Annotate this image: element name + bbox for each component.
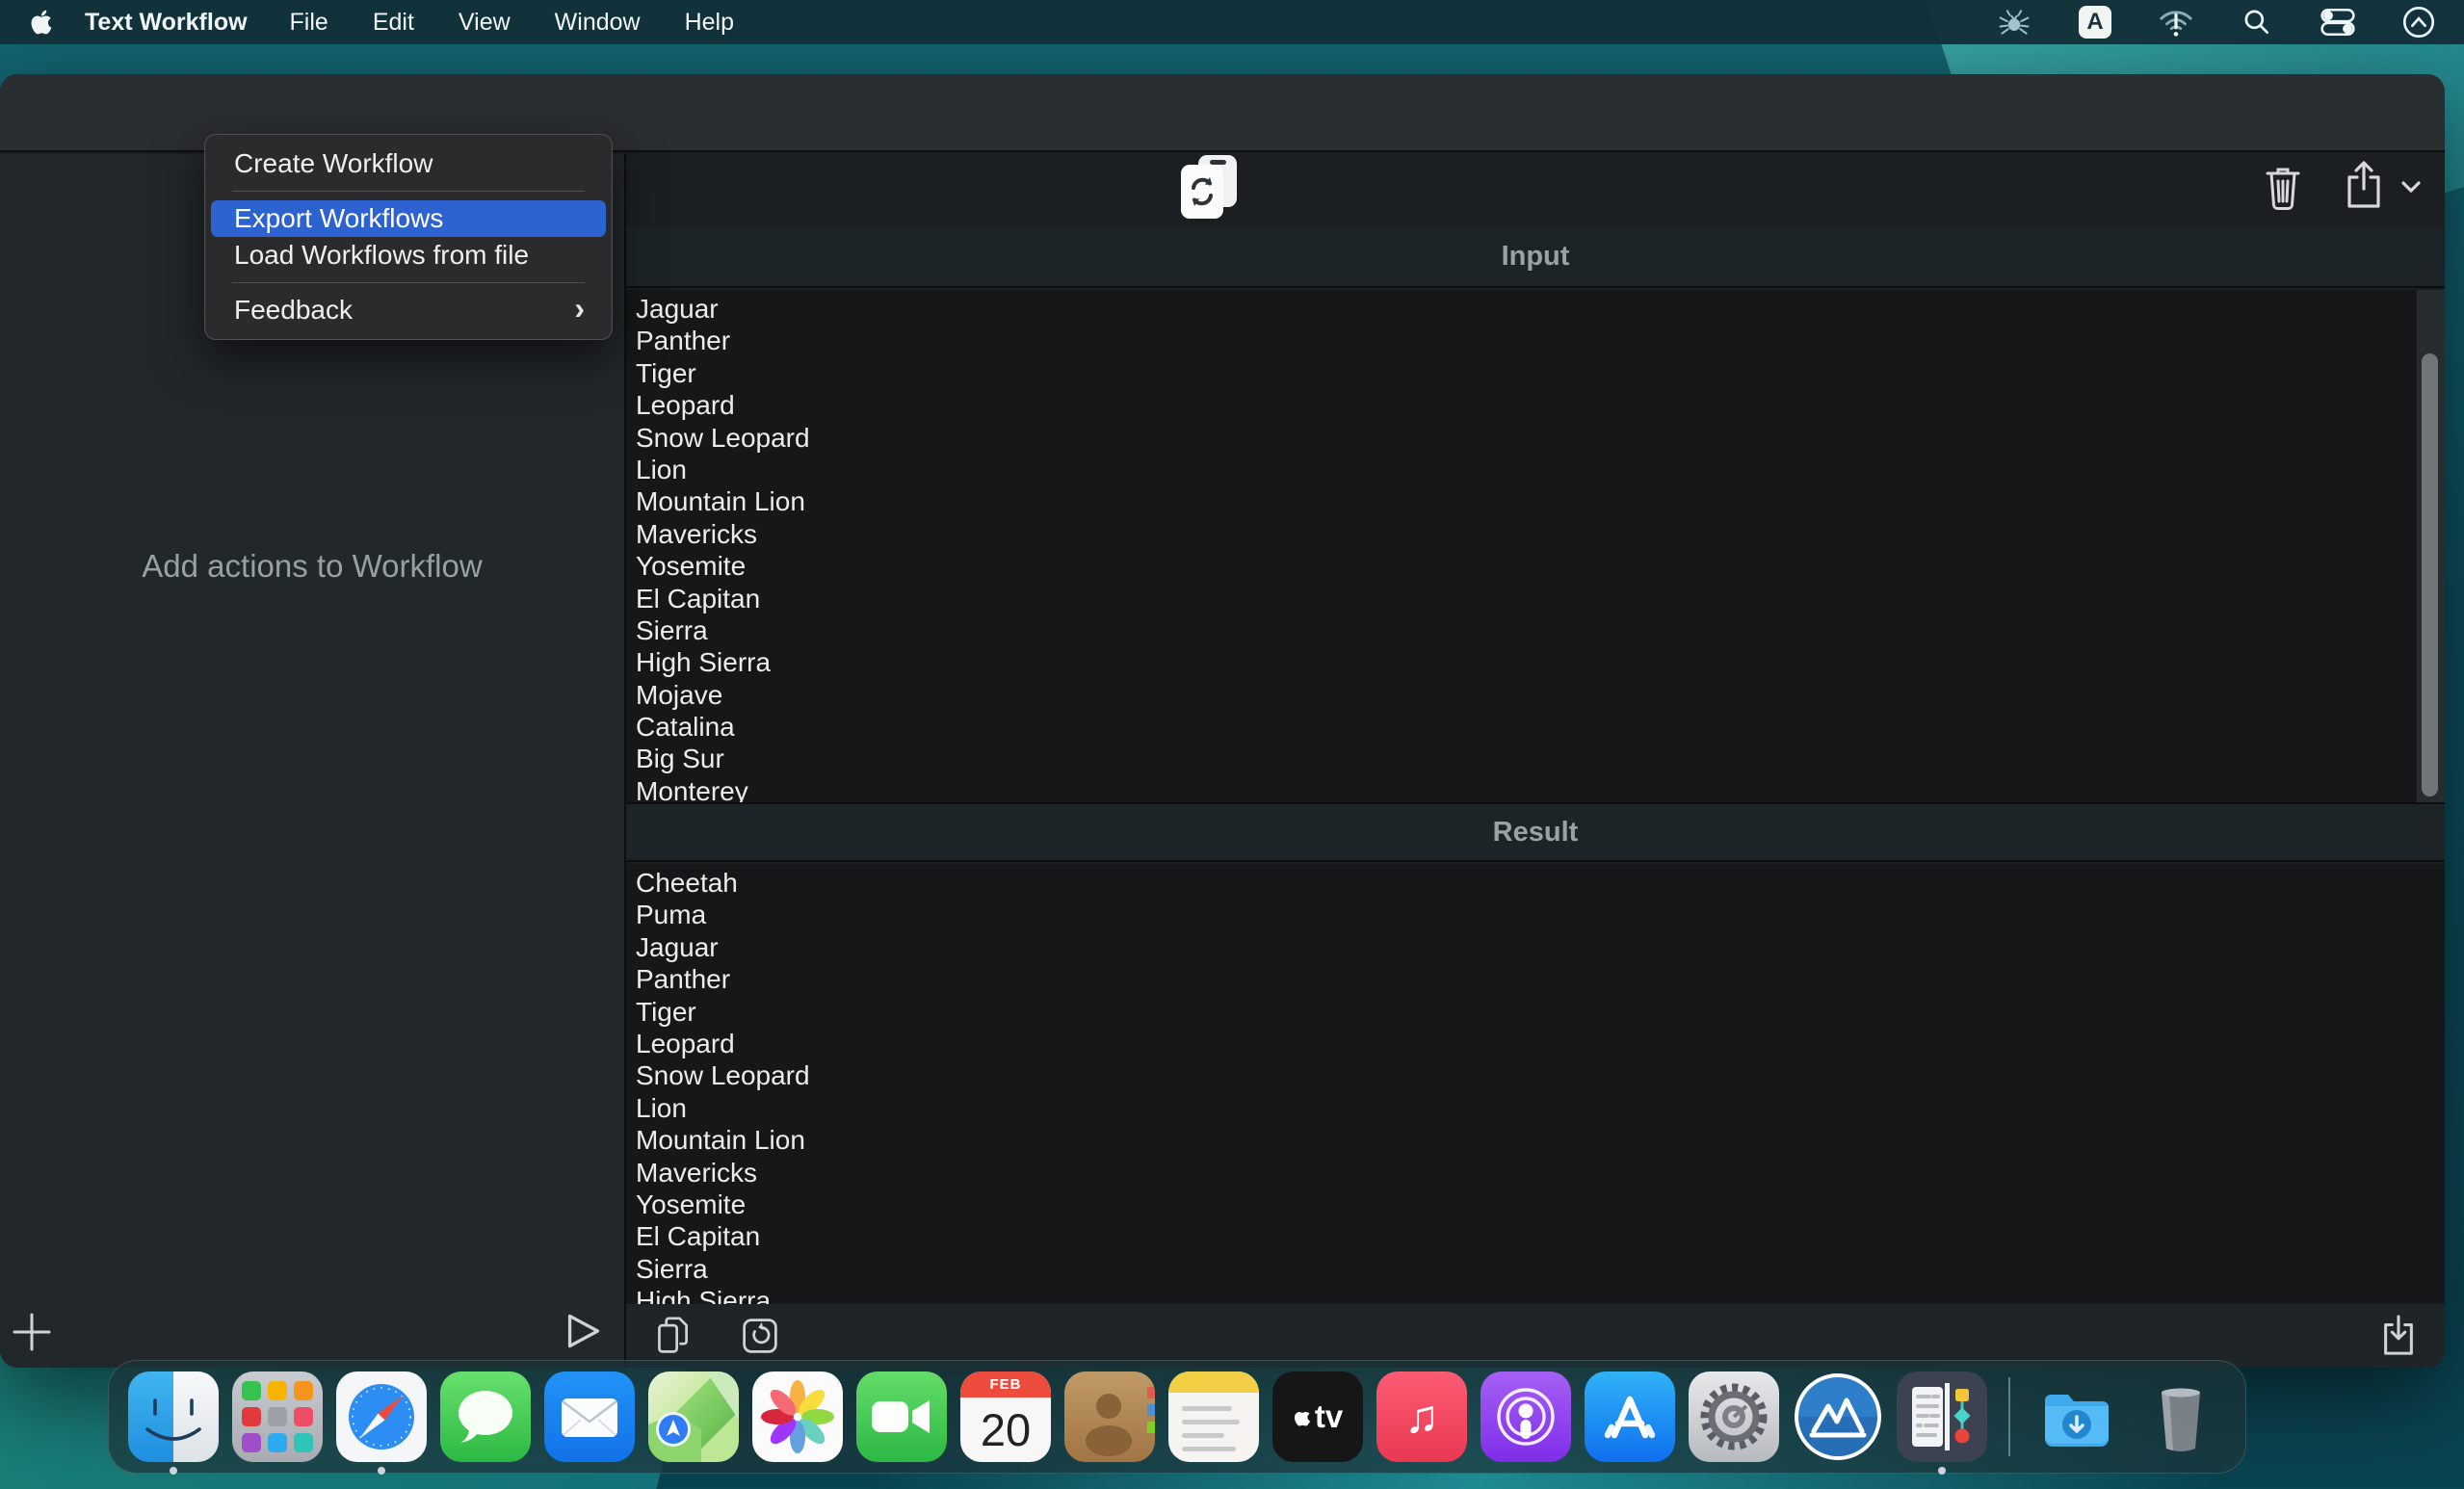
input-list-item: Mojave — [636, 679, 723, 710]
submenu-chevron-icon: › — [574, 291, 585, 326]
menubar-menu[interactable]: Help — [685, 9, 734, 37]
input-list-item: Lion — [636, 454, 687, 484]
gear-dropdown-menu: Create Workflow Export Workflows Load Wo… — [204, 134, 613, 340]
dock-launchpad-icon[interactable] — [232, 1371, 323, 1462]
input-scrollbar-thumb[interactable] — [2422, 353, 2438, 797]
menubar-app-name[interactable]: Text Workflow — [85, 9, 248, 37]
dock-calendar-icon[interactable]: FEB 20 — [960, 1371, 1051, 1462]
save-result-icon[interactable] — [2375, 1312, 2422, 1358]
menu-bar: Text Workflow File Edit View Window Help A — [0, 0, 2464, 44]
dock-divider — [2008, 1377, 2010, 1456]
result-list-item: Jaguar — [636, 931, 719, 962]
calendar-month: FEB — [960, 1371, 1051, 1398]
control-center-icon[interactable] — [2318, 6, 2358, 39]
dock-system-preferences-icon[interactable] — [1689, 1371, 1779, 1462]
dock-mountain-app-icon[interactable] — [1793, 1371, 1883, 1462]
calendar-day: 20 — [980, 1404, 1032, 1455]
input-list-item: Jaguar — [636, 294, 719, 324]
dock-safari-icon[interactable] — [336, 1371, 427, 1475]
input-list-item: Snow Leopard — [636, 422, 810, 453]
run-workflow-button[interactable] — [559, 1306, 609, 1356]
input-list-item: El Capitan — [636, 583, 761, 614]
dock-mail-icon[interactable] — [544, 1371, 635, 1462]
result-list-item: Puma — [636, 900, 707, 930]
menu-separator — [232, 282, 585, 283]
input-list-item: Panther — [636, 326, 731, 356]
result-list-item: Mountain Lion — [636, 1125, 805, 1156]
appletv-label: tv — [1314, 1398, 1344, 1434]
dock-trash-icon[interactable] — [2136, 1371, 2226, 1462]
copy-result-icon[interactable] — [651, 1314, 695, 1358]
menu-separator — [232, 191, 585, 192]
dock-appstore-icon[interactable] — [1585, 1371, 1675, 1462]
menubar-menu[interactable]: Edit — [373, 9, 414, 37]
result-textarea[interactable]: Cheetah Puma Jaguar Panther Tiger Leopard Snow… — [626, 864, 2445, 1368]
dock-finder-icon[interactable] — [128, 1371, 219, 1475]
result-header: Result — [626, 802, 2445, 862]
menu-item-feedback[interactable]: Feedback › — [211, 292, 606, 328]
result-toolbar — [626, 1304, 2445, 1368]
dock-appletv-icon[interactable]: tv — [1272, 1371, 1363, 1462]
input-scrollbar-track[interactable] — [2416, 290, 2445, 802]
result-list-item: Cheetah — [636, 868, 738, 898]
dock-photos-icon[interactable] — [752, 1371, 843, 1462]
running-indicator — [170, 1467, 177, 1475]
result-list-item: El Capitan — [636, 1221, 761, 1252]
input-textarea[interactable]: Jaguar Panther Tiger Leopard Snow Leopard Lio… — [626, 290, 2445, 802]
input-list-item: Sierra — [636, 614, 708, 645]
add-action-button[interactable] — [8, 1308, 56, 1356]
result-list-item: Leopard — [636, 1028, 735, 1058]
sidebar-empty-text: Add actions to Workflow — [142, 548, 483, 584]
input-list-item: Mountain Lion — [636, 486, 805, 517]
input-list-item: Yosemite — [636, 551, 747, 582]
dropover-icon[interactable] — [2398, 6, 2439, 39]
dock-podcasts-icon[interactable] — [1481, 1371, 1571, 1462]
menubar-menu[interactable]: Window — [555, 9, 641, 37]
running-indicator — [1938, 1467, 1946, 1475]
dock-maps-icon[interactable] — [648, 1371, 739, 1462]
input-header: Input — [626, 227, 2445, 288]
menubar-menu[interactable]: File — [290, 9, 328, 37]
music-note-glyph: ♫ — [1404, 1391, 1439, 1443]
rerun-icon[interactable] — [738, 1314, 782, 1358]
main-pane: Input Jaguar Panther Tiger Leopard Snow Leop… — [626, 154, 2445, 1368]
menu-item-export-workflows[interactable]: Export Workflows — [211, 200, 606, 237]
input-list-item: High Sierra — [636, 647, 772, 678]
antivirus-spider-icon[interactable] — [1994, 6, 2034, 39]
dock-contacts-icon[interactable] — [1064, 1371, 1155, 1462]
result-list-item: Yosemite — [636, 1189, 747, 1219]
result-list-item: Mavericks — [636, 1157, 758, 1188]
menu-item-load-workflows[interactable]: Load Workflows from file — [211, 237, 606, 274]
input-list-item: Leopard — [636, 390, 735, 421]
menubar-menu[interactable]: View — [459, 9, 511, 37]
result-list-item: Tiger — [636, 996, 696, 1027]
dock-notes-icon[interactable] — [1168, 1371, 1259, 1462]
input-list-item: Catalina — [636, 712, 735, 743]
input-list-item: Mavericks — [636, 518, 758, 549]
running-indicator — [378, 1467, 385, 1475]
dock-music-icon[interactable]: ♫ — [1376, 1371, 1467, 1462]
input-source-icon[interactable]: A — [2075, 6, 2115, 39]
dock: FEB 20 tv ♫ — [108, 1360, 2246, 1475]
dock-facetime-icon[interactable] — [856, 1371, 947, 1462]
input-list-item: Tiger — [636, 357, 696, 388]
apple-menu-icon[interactable] — [29, 8, 54, 37]
input-list-item: Monterey — [636, 775, 748, 802]
result-list-item: Sierra — [636, 1253, 708, 1284]
result-list-item: Snow Leopard — [636, 1060, 810, 1091]
menu-item-create-workflow[interactable]: Create Workflow — [211, 145, 606, 182]
result-list-item: Lion — [636, 1092, 687, 1123]
dock-messages-icon[interactable] — [440, 1371, 531, 1462]
input-list-item: Big Sur — [636, 744, 724, 774]
spotlight-icon[interactable] — [2237, 6, 2277, 39]
dock-downloads-folder-icon[interactable] — [2031, 1371, 2122, 1462]
wifi-alert-icon[interactable] — [2156, 6, 2196, 39]
dock-text-workflow-icon[interactable] — [1897, 1371, 1987, 1475]
result-list-item: Panther — [636, 964, 731, 995]
